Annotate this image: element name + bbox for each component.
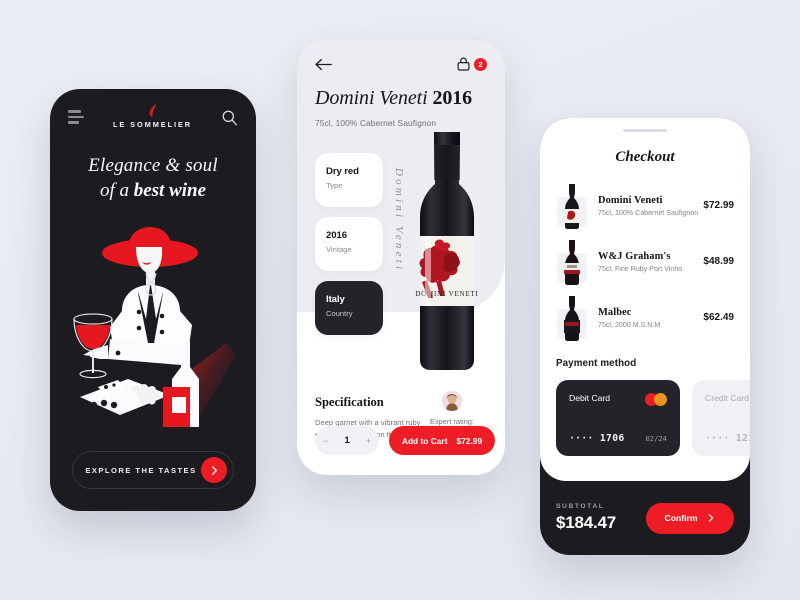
item-price: $48.99 (703, 256, 734, 268)
spec-card-value: 2016 (326, 230, 347, 241)
product-bottle-image: DOMINI VENETI (415, 132, 478, 370)
bottle-thumb-graham (554, 239, 590, 285)
item-name: Domini Veneti (598, 194, 663, 206)
woman-red-hat-wine-illustration (73, 227, 236, 427)
subtotal-label: SUBTOTAL (556, 503, 605, 510)
wine-drop-logo-icon (149, 103, 157, 118)
spec-card-type[interactable]: Dry red Type (315, 153, 383, 207)
list-item[interactable]: W&J Graham's 75cl, Fine Ruby Port Vinho … (540, 234, 750, 290)
bottle-thumb-malbec (554, 295, 590, 341)
search-icon[interactable] (221, 109, 238, 126)
card-expiry: 02/24 (645, 433, 667, 443)
confirm-label: Confirm (664, 513, 698, 523)
quantity-value: 1 (344, 435, 350, 446)
product-title-year: 2016 (432, 87, 473, 109)
add-to-cart-label: Add to Cart (401, 435, 448, 446)
product-title-name: Domini Veneti (315, 87, 428, 109)
payment-card-list: Debit Card ···· 1706 02/24 Credit Card ·… (540, 379, 750, 456)
spec-card-value: Dry red (326, 166, 359, 177)
brand-logo: LE SOMMELIER (113, 103, 192, 129)
headline-line-1: Elegance & soul (88, 155, 218, 176)
product-title: Domini Veneti 2016 (315, 87, 505, 110)
subtotal-value: $184.47 (556, 513, 617, 532)
card-number: ···· 1706 (569, 432, 625, 444)
product-topbar: 2 (297, 40, 505, 71)
item-price: $62.49 (703, 312, 734, 324)
payment-method-heading: Payment method (556, 357, 637, 369)
phone-screen-hero: LE SOMMELIER Elegance & soul of a best w… (50, 89, 256, 511)
quantity-increase-button[interactable]: + (366, 436, 371, 446)
checkout-item-list: Domini Veneti 75cl, 100% Cabernet Saufig… (540, 178, 750, 346)
spec-card-key: Type (326, 181, 343, 190)
hero-headline: Elegance & soul of a best wine (50, 153, 256, 203)
spec-card-vintage[interactable]: 2016 Vintage (315, 217, 383, 271)
add-to-cart-price: $72.99 (456, 435, 483, 446)
bottle-thumb-domini (554, 183, 590, 229)
payment-card-debit[interactable]: Debit Card ···· 1706 02/24 (556, 379, 680, 456)
arrow-left-icon[interactable] (315, 58, 333, 71)
drag-handle[interactable] (623, 129, 667, 132)
quantity-decrease-button[interactable]: − (323, 436, 328, 446)
spec-card-value: Italy (326, 294, 345, 305)
specification-heading: Specification (315, 395, 384, 409)
spec-card-country[interactable]: Italy Country (315, 281, 383, 335)
item-name: Malbec (598, 306, 632, 318)
mastercard-icon (645, 392, 667, 406)
phone-screen-checkout: Checkout Domini Veneti 75cl, 100% Cabern… (540, 118, 750, 555)
item-name: W&J Graham's (598, 250, 671, 262)
chevron-right-icon (201, 457, 227, 483)
expert-rating-label: Expert rating: (430, 417, 474, 426)
svg-text:DOMINI VENETI: DOMINI VENETI (415, 290, 478, 298)
list-item[interactable]: Malbec 75cl, 2000 M.S.N.M $62.49 (540, 290, 750, 346)
headline-line-2: of a best wine (99, 180, 207, 202)
explore-tastes-button[interactable]: EXPLORE THE TASTES (72, 451, 234, 489)
design-canvas: LE SOMMELIER Elegance & soul of a best w… (0, 0, 800, 600)
card-label: Credit Card (705, 392, 749, 403)
brand-name: LE SOMMELIER (112, 120, 193, 129)
phone-screen-product: 2 Domini Veneti 2016 75cl, 100% Cabernet… (297, 40, 505, 475)
checkout-footer: SUBTOTAL $184.47 Confirm (540, 481, 750, 555)
spec-card-key: Vintage (326, 245, 352, 254)
item-desc: 75cl, Fine Ruby Port Vinho (598, 264, 683, 273)
checkout-sheet: Checkout Domini Veneti 75cl, 100% Cabern… (540, 118, 750, 481)
quantity-stepper[interactable]: − 1 + (315, 426, 379, 455)
subtotal-block: SUBTOTAL $184.47 (556, 503, 616, 533)
spec-card-key: Country (326, 309, 353, 318)
chevron-right-icon (709, 514, 714, 522)
checkout-title: Checkout (615, 148, 675, 165)
item-desc: 75cl, 2000 M.S.N.M (598, 320, 661, 329)
card-number: ···· 1213 (705, 432, 750, 444)
shopping-bag-icon (457, 57, 470, 71)
cart-button[interactable]: 2 (457, 57, 487, 71)
payment-card-credit[interactable]: Credit Card ···· 1213 (692, 379, 750, 456)
purchase-row: − 1 + Add to Cart $72.99 (315, 426, 495, 455)
list-item[interactable]: Domini Veneti 75cl, 100% Cabernet Saufig… (540, 178, 750, 234)
item-desc: 75cl, 100% Cabernet Saufignon (598, 208, 699, 217)
add-to-cart-button[interactable]: Add to Cart $72.99 (389, 426, 495, 455)
hamburger-icon[interactable] (68, 110, 84, 124)
product-subtitle: 75cl, 100% Cabernet Saufignon (315, 118, 437, 128)
spec-card-list: Dry red Type 2016 Vintage Italy Country (315, 153, 383, 345)
hero-topbar: LE SOMMELIER (50, 89, 256, 129)
item-price: $72.99 (703, 200, 734, 212)
explore-tastes-label: EXPLORE THE TASTES (85, 465, 197, 475)
confirm-button[interactable]: Confirm (646, 502, 734, 534)
cart-badge: 2 (474, 57, 487, 71)
expert-avatar (442, 391, 462, 411)
